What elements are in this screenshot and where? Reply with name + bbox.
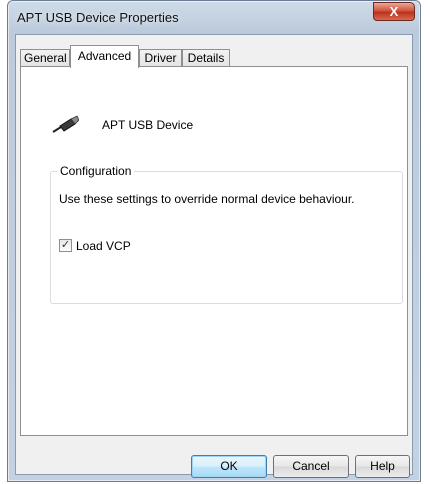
cancel-button[interactable]: Cancel	[273, 455, 349, 478]
advanced-tab-panel: APT USB Device Configuration Use these s…	[20, 66, 408, 436]
load-vcp-label[interactable]: Load VCP	[76, 239, 131, 253]
close-button[interactable]: X	[373, 2, 415, 21]
close-icon: X	[389, 4, 399, 19]
device-name: APT USB Device	[102, 118, 194, 132]
title-bar[interactable]: APT USB Device Properties X	[8, 1, 420, 35]
group-title: Configuration	[57, 164, 135, 178]
tab-general[interactable]: General	[20, 49, 70, 67]
configuration-group: Configuration Use these settings to over…	[50, 164, 403, 304]
configuration-description: Use these settings to override normal de…	[59, 192, 355, 206]
tab-driver[interactable]: Driver	[139, 49, 182, 67]
ok-button[interactable]: OK	[191, 455, 267, 478]
tab-details[interactable]: Details	[182, 49, 230, 67]
help-button[interactable]: Help	[355, 455, 410, 478]
window-title: APT USB Device Properties	[17, 10, 179, 25]
dialog-body: General Advanced Driver Details APT USB …	[15, 34, 413, 478]
usb-plug-icon	[52, 115, 79, 133]
tab-advanced[interactable]: Advanced	[70, 45, 139, 68]
properties-dialog: APT USB Device Properties X General Adva…	[7, 0, 421, 482]
load-vcp-checkbox[interactable]: ✓	[59, 239, 72, 252]
